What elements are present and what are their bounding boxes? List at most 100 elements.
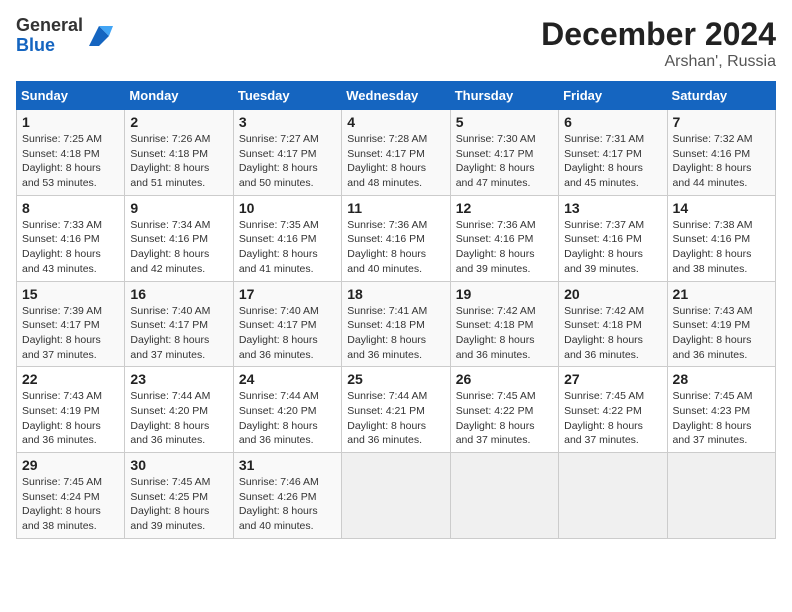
logo-icon — [85, 22, 113, 50]
calendar-cell — [667, 453, 775, 539]
day-number: 12 — [456, 200, 553, 216]
calendar-cell: 13 Sunrise: 7:37 AMSunset: 4:16 PMDaylig… — [559, 195, 667, 281]
day-detail: Sunrise: 7:33 AMSunset: 4:16 PMDaylight:… — [22, 219, 102, 275]
day-detail: Sunrise: 7:40 AMSunset: 4:17 PMDaylight:… — [130, 305, 210, 361]
day-number: 4 — [347, 114, 444, 130]
calendar-cell — [450, 453, 558, 539]
day-detail: Sunrise: 7:42 AMSunset: 4:18 PMDaylight:… — [456, 305, 536, 361]
day-number: 20 — [564, 286, 661, 302]
calendar-cell: 26 Sunrise: 7:45 AMSunset: 4:22 PMDaylig… — [450, 367, 558, 453]
calendar-cell: 30 Sunrise: 7:45 AMSunset: 4:25 PMDaylig… — [125, 453, 233, 539]
calendar-cell — [342, 453, 450, 539]
logo-blue: Blue — [16, 35, 55, 55]
calendar-cell: 11 Sunrise: 7:36 AMSunset: 4:16 PMDaylig… — [342, 195, 450, 281]
calendar-cell: 31 Sunrise: 7:46 AMSunset: 4:26 PMDaylig… — [233, 453, 341, 539]
day-number: 21 — [673, 286, 770, 302]
calendar-cell: 23 Sunrise: 7:44 AMSunset: 4:20 PMDaylig… — [125, 367, 233, 453]
page-title: December 2024 — [541, 16, 776, 53]
day-detail: Sunrise: 7:45 AMSunset: 4:23 PMDaylight:… — [673, 390, 753, 446]
calendar-cell: 25 Sunrise: 7:44 AMSunset: 4:21 PMDaylig… — [342, 367, 450, 453]
calendar-cell: 9 Sunrise: 7:34 AMSunset: 4:16 PMDayligh… — [125, 195, 233, 281]
calendar-table: SundayMondayTuesdayWednesdayThursdayFrid… — [16, 81, 776, 539]
day-number: 13 — [564, 200, 661, 216]
calendar-cell: 12 Sunrise: 7:36 AMSunset: 4:16 PMDaylig… — [450, 195, 558, 281]
calendar-cell: 8 Sunrise: 7:33 AMSunset: 4:16 PMDayligh… — [17, 195, 125, 281]
day-detail: Sunrise: 7:46 AMSunset: 4:26 PMDaylight:… — [239, 476, 319, 532]
calendar-week-row: 1 Sunrise: 7:25 AMSunset: 4:18 PMDayligh… — [17, 110, 776, 196]
day-detail: Sunrise: 7:28 AMSunset: 4:17 PMDaylight:… — [347, 133, 427, 189]
calendar-cell: 7 Sunrise: 7:32 AMSunset: 4:16 PMDayligh… — [667, 110, 775, 196]
day-number: 25 — [347, 371, 444, 387]
day-number: 15 — [22, 286, 119, 302]
day-number: 27 — [564, 371, 661, 387]
day-detail: Sunrise: 7:45 AMSunset: 4:25 PMDaylight:… — [130, 476, 210, 532]
day-detail: Sunrise: 7:44 AMSunset: 4:21 PMDaylight:… — [347, 390, 427, 446]
calendar-cell: 20 Sunrise: 7:42 AMSunset: 4:18 PMDaylig… — [559, 281, 667, 367]
calendar-week-row: 8 Sunrise: 7:33 AMSunset: 4:16 PMDayligh… — [17, 195, 776, 281]
day-number: 28 — [673, 371, 770, 387]
day-detail: Sunrise: 7:38 AMSunset: 4:16 PMDaylight:… — [673, 219, 753, 275]
day-number: 31 — [239, 457, 336, 473]
day-header-thursday: Thursday — [450, 82, 558, 110]
calendar-cell: 22 Sunrise: 7:43 AMSunset: 4:19 PMDaylig… — [17, 367, 125, 453]
day-number: 10 — [239, 200, 336, 216]
day-detail: Sunrise: 7:36 AMSunset: 4:16 PMDaylight:… — [347, 219, 427, 275]
calendar-cell: 3 Sunrise: 7:27 AMSunset: 4:17 PMDayligh… — [233, 110, 341, 196]
day-detail: Sunrise: 7:37 AMSunset: 4:16 PMDaylight:… — [564, 219, 644, 275]
day-detail: Sunrise: 7:34 AMSunset: 4:16 PMDaylight:… — [130, 219, 210, 275]
day-detail: Sunrise: 7:32 AMSunset: 4:16 PMDaylight:… — [673, 133, 753, 189]
calendar-cell: 21 Sunrise: 7:43 AMSunset: 4:19 PMDaylig… — [667, 281, 775, 367]
day-detail: Sunrise: 7:44 AMSunset: 4:20 PMDaylight:… — [130, 390, 210, 446]
day-number: 18 — [347, 286, 444, 302]
day-detail: Sunrise: 7:40 AMSunset: 4:17 PMDaylight:… — [239, 305, 319, 361]
day-detail: Sunrise: 7:43 AMSunset: 4:19 PMDaylight:… — [673, 305, 753, 361]
day-header-saturday: Saturday — [667, 82, 775, 110]
day-header-monday: Monday — [125, 82, 233, 110]
day-number: 9 — [130, 200, 227, 216]
calendar-cell: 15 Sunrise: 7:39 AMSunset: 4:17 PMDaylig… — [17, 281, 125, 367]
day-detail: Sunrise: 7:31 AMSunset: 4:17 PMDaylight:… — [564, 133, 644, 189]
day-detail: Sunrise: 7:45 AMSunset: 4:22 PMDaylight:… — [456, 390, 536, 446]
calendar-cell: 2 Sunrise: 7:26 AMSunset: 4:18 PMDayligh… — [125, 110, 233, 196]
calendar-cell: 24 Sunrise: 7:44 AMSunset: 4:20 PMDaylig… — [233, 367, 341, 453]
day-number: 6 — [564, 114, 661, 130]
day-detail: Sunrise: 7:25 AMSunset: 4:18 PMDaylight:… — [22, 133, 102, 189]
day-detail: Sunrise: 7:42 AMSunset: 4:18 PMDaylight:… — [564, 305, 644, 361]
day-number: 26 — [456, 371, 553, 387]
day-detail: Sunrise: 7:36 AMSunset: 4:16 PMDaylight:… — [456, 219, 536, 275]
day-number: 3 — [239, 114, 336, 130]
calendar-week-row: 15 Sunrise: 7:39 AMSunset: 4:17 PMDaylig… — [17, 281, 776, 367]
day-header-friday: Friday — [559, 82, 667, 110]
day-detail: Sunrise: 7:45 AMSunset: 4:22 PMDaylight:… — [564, 390, 644, 446]
page-header: General Blue December 2024 Arshan', Russ… — [16, 16, 776, 71]
day-number: 19 — [456, 286, 553, 302]
day-detail: Sunrise: 7:44 AMSunset: 4:20 PMDaylight:… — [239, 390, 319, 446]
day-detail: Sunrise: 7:27 AMSunset: 4:17 PMDaylight:… — [239, 133, 319, 189]
calendar-cell: 6 Sunrise: 7:31 AMSunset: 4:17 PMDayligh… — [559, 110, 667, 196]
calendar-cell: 29 Sunrise: 7:45 AMSunset: 4:24 PMDaylig… — [17, 453, 125, 539]
day-number: 22 — [22, 371, 119, 387]
day-detail: Sunrise: 7:30 AMSunset: 4:17 PMDaylight:… — [456, 133, 536, 189]
calendar-cell: 16 Sunrise: 7:40 AMSunset: 4:17 PMDaylig… — [125, 281, 233, 367]
day-detail: Sunrise: 7:41 AMSunset: 4:18 PMDaylight:… — [347, 305, 427, 361]
calendar-cell: 5 Sunrise: 7:30 AMSunset: 4:17 PMDayligh… — [450, 110, 558, 196]
calendar-cell: 19 Sunrise: 7:42 AMSunset: 4:18 PMDaylig… — [450, 281, 558, 367]
calendar-cell: 27 Sunrise: 7:45 AMSunset: 4:22 PMDaylig… — [559, 367, 667, 453]
calendar-week-row: 29 Sunrise: 7:45 AMSunset: 4:24 PMDaylig… — [17, 453, 776, 539]
day-header-tuesday: Tuesday — [233, 82, 341, 110]
day-number: 24 — [239, 371, 336, 387]
day-number: 8 — [22, 200, 119, 216]
day-detail: Sunrise: 7:26 AMSunset: 4:18 PMDaylight:… — [130, 133, 210, 189]
logo-general: General — [16, 15, 83, 35]
day-number: 29 — [22, 457, 119, 473]
title-block: December 2024 Arshan', Russia — [541, 16, 776, 71]
calendar-cell — [559, 453, 667, 539]
calendar-cell: 18 Sunrise: 7:41 AMSunset: 4:18 PMDaylig… — [342, 281, 450, 367]
day-number: 2 — [130, 114, 227, 130]
calendar-cell: 10 Sunrise: 7:35 AMSunset: 4:16 PMDaylig… — [233, 195, 341, 281]
day-header-sunday: Sunday — [17, 82, 125, 110]
day-header-wednesday: Wednesday — [342, 82, 450, 110]
calendar-week-row: 22 Sunrise: 7:43 AMSunset: 4:19 PMDaylig… — [17, 367, 776, 453]
day-number: 30 — [130, 457, 227, 473]
calendar-cell: 4 Sunrise: 7:28 AMSunset: 4:17 PMDayligh… — [342, 110, 450, 196]
